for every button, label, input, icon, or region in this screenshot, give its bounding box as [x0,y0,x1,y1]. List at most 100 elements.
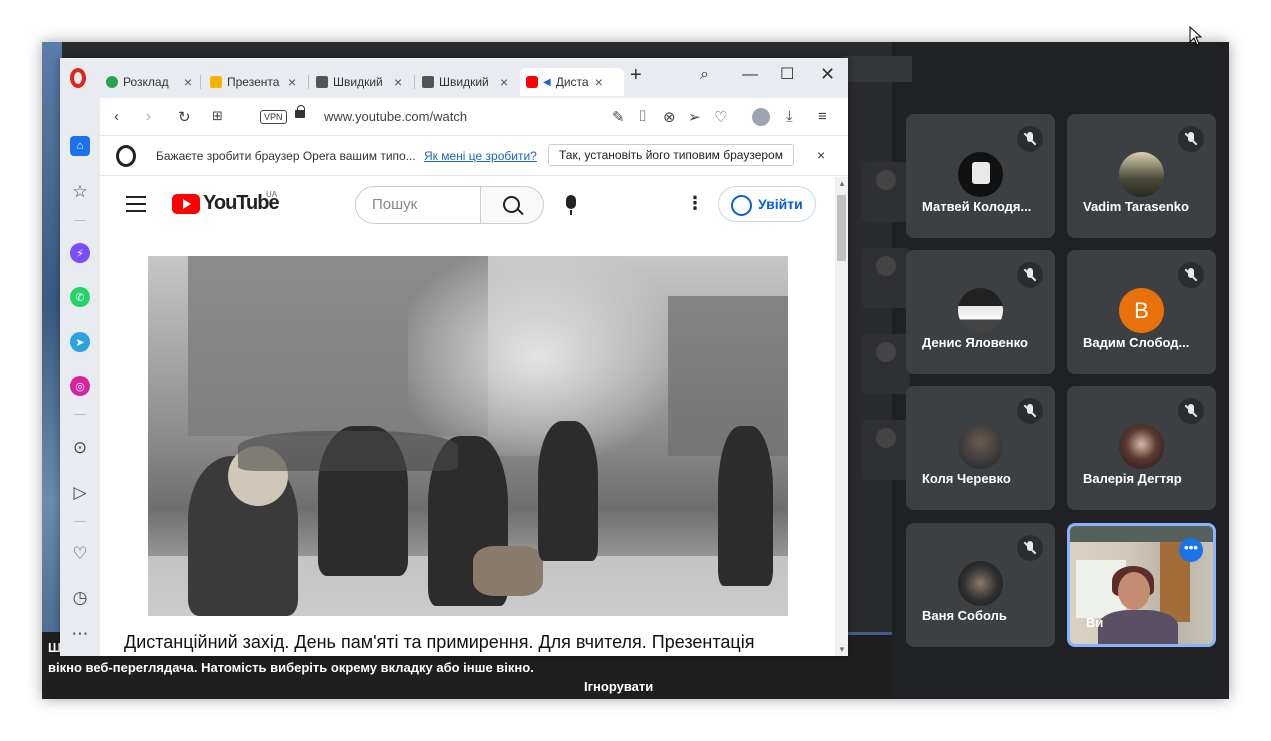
video-player[interactable] [148,256,788,616]
search-button[interactable] [480,186,544,224]
participant-name: Ваня Соболь [922,608,1007,623]
scrollbar-thumb[interactable] [837,195,846,261]
set-default-button[interactable]: Так, установіть його типовим браузером [548,144,794,166]
telegram-icon[interactable]: ➤ [70,332,90,352]
mic-off-icon [1178,126,1204,152]
edit-icon[interactable]: ✎ [612,108,625,126]
opera-sidebar: ⌂ ☆ ⚡ ✆ ➤ ◎ ⊙ ▷ ♡ ◷ ⋯ [60,98,100,656]
tab[interactable]: Презента × [204,68,306,96]
tab-title: Диста [555,75,589,89]
avatar [958,288,1003,333]
speed-dial-icon[interactable]: ⊞ [212,108,223,124]
participant-tile[interactable]: Валерія Дегтяр [1067,386,1216,510]
bg-thumb [862,420,910,480]
instagram-icon[interactable]: ◎ [70,376,90,396]
tab[interactable]: Розклад × [100,68,198,96]
region-label: UA [266,190,278,199]
bookmarks-icon[interactable]: ☆ [70,182,90,202]
scroll-up-icon[interactable]: ▲ [838,179,846,188]
forward-icon[interactable]: › [146,108,151,125]
close-tab-icon[interactable]: × [288,74,296,90]
ignore-button[interactable]: Ігнорувати [584,679,653,694]
more-vert-icon[interactable]: ⋮ [686,193,704,214]
mic-icon[interactable] [566,195,576,215]
video-frame-figure [718,426,773,586]
download-icon[interactable]: ⤓ [786,108,793,125]
bg-window-strip [842,56,912,82]
sign-in-button[interactable]: Увійти [718,186,816,222]
participant-tile[interactable]: Vadim Tarasenko [1067,114,1216,238]
self-video-tile[interactable]: ••• Ви [1067,523,1216,647]
video-frame-basket [473,546,543,596]
bg-thumb [862,248,910,308]
opera-browser-window: Розклад × Презента × Швидкий × Швидкий ×… [60,58,848,656]
mic-off-icon [1017,535,1043,561]
whatsapp-icon[interactable]: ✆ [70,287,90,307]
participant-name: Vadim Tarasenko [1083,199,1189,214]
self-video-person-face [1118,572,1150,610]
home-icon[interactable]: ⌂ [70,136,90,156]
opera-logo-icon[interactable] [70,68,86,88]
favorites-icon[interactable]: ♡ [70,544,90,564]
vpn-badge[interactable]: VPN [260,110,287,124]
profile-icon[interactable] [752,108,770,126]
flow-icon[interactable]: ▷ [70,483,90,503]
participant-tile[interactable]: В Вадим Слобод... [1067,250,1216,374]
tab[interactable]: Швидкий × [310,68,412,96]
close-tab-icon[interactable]: × [595,74,603,90]
adblock-icon[interactable]: ⊗ [663,108,676,126]
close-window-button[interactable]: ✕ [820,64,835,85]
easy-setup-icon[interactable]: ≡ [818,108,827,125]
tab-title: Презента [227,75,280,89]
participant-tile[interactable]: Денис Яловенко [906,250,1055,374]
maximize-button[interactable]: ☐ [780,64,794,84]
close-icon[interactable]: × [817,147,825,163]
default-browser-message: Бажаєте зробити браузер Opera вашим типо… [156,149,416,163]
player-icon[interactable]: ⊙ [70,438,90,458]
sidebar-divider [74,220,86,221]
history-icon[interactable]: ◷ [70,588,90,608]
audio-playing-icon: ◀ [543,76,551,88]
how-to-link[interactable]: Як мені це зробити? [424,149,537,163]
video-frame-building [668,296,788,456]
menu-icon[interactable] [126,196,146,212]
heart-icon[interactable]: ♡ [714,108,727,126]
scroll-down-icon[interactable]: ▼ [838,645,846,654]
close-tab-icon[interactable]: × [394,74,402,90]
reload-icon[interactable]: ↻ [178,108,191,126]
url-field[interactable]: www.youtube.com/watch [324,109,467,124]
video-frame-crowd [238,431,458,471]
snapshot-icon[interactable]: ⌷ [638,108,647,125]
close-tab-icon[interactable]: × [500,74,508,90]
tab-title: Швидкий [333,75,383,89]
bg-thumb [862,162,910,222]
close-tab-icon[interactable]: × [184,74,192,90]
minimize-button[interactable]: — [742,66,758,84]
more-icon[interactable]: ⋯ [70,624,90,644]
tab-active[interactable]: ◀ Диста × [520,68,624,96]
send-icon[interactable]: ➢ [688,108,701,126]
youtube-logo-icon[interactable] [172,194,200,214]
new-tab-button[interactable]: + [630,64,642,87]
tab-favicon-icon [422,76,434,88]
participant-tile[interactable]: Коля Черевко [906,386,1055,510]
participant-name: Ви [1086,615,1104,630]
mic-off-icon [1178,262,1204,288]
lock-icon[interactable] [295,105,305,118]
tab-title: Швидкий [439,75,489,89]
participant-tile[interactable]: Ваня Соболь [906,523,1055,647]
tab-bar: Розклад × Презента × Швидкий × Швидкий ×… [60,58,848,98]
participant-name: Коля Черевко [922,471,1011,486]
messenger-icon[interactable]: ⚡ [70,243,90,263]
mic-off-icon [1017,398,1043,424]
back-icon[interactable]: ‹ [114,108,119,125]
tab-separator [200,75,201,89]
more-options-button[interactable]: ••• [1179,538,1203,562]
search-input[interactable]: Пошук [355,186,481,224]
search-tabs-icon[interactable]: ⌕ [700,66,709,84]
participant-tile[interactable]: Матвей Колодя... [906,114,1055,238]
page-scrollbar[interactable]: ▲ ▼ [835,177,848,656]
avatar-initial: В [1119,288,1164,333]
presenting-message-text: вікно веб-переглядача. Натомість виберіт… [48,660,534,675]
tab[interactable]: Швидкий × [416,68,520,96]
